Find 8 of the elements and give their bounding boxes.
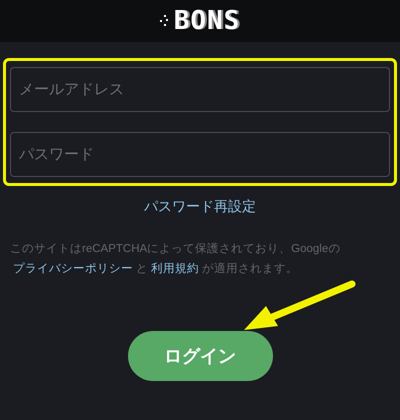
notice-link[interactable]: プライバシーポリシー (13, 263, 133, 275)
notice-link[interactable]: 利用規約 (151, 263, 199, 275)
input-field[interactable]: メールアドレス (10, 67, 390, 112)
input-field[interactable]: パスワード (10, 132, 390, 177)
recaptcha-notice: このサイトはreCAPTCHAによって保護されており、Googleの プライバシーポリシー と 利用規約 が適用されます。 (10, 242, 342, 277)
logo: BONS (174, 8, 240, 34)
speed-dots-icon (160, 14, 170, 28)
password-reset-link[interactable]: パスワード再設定 (144, 196, 256, 217)
